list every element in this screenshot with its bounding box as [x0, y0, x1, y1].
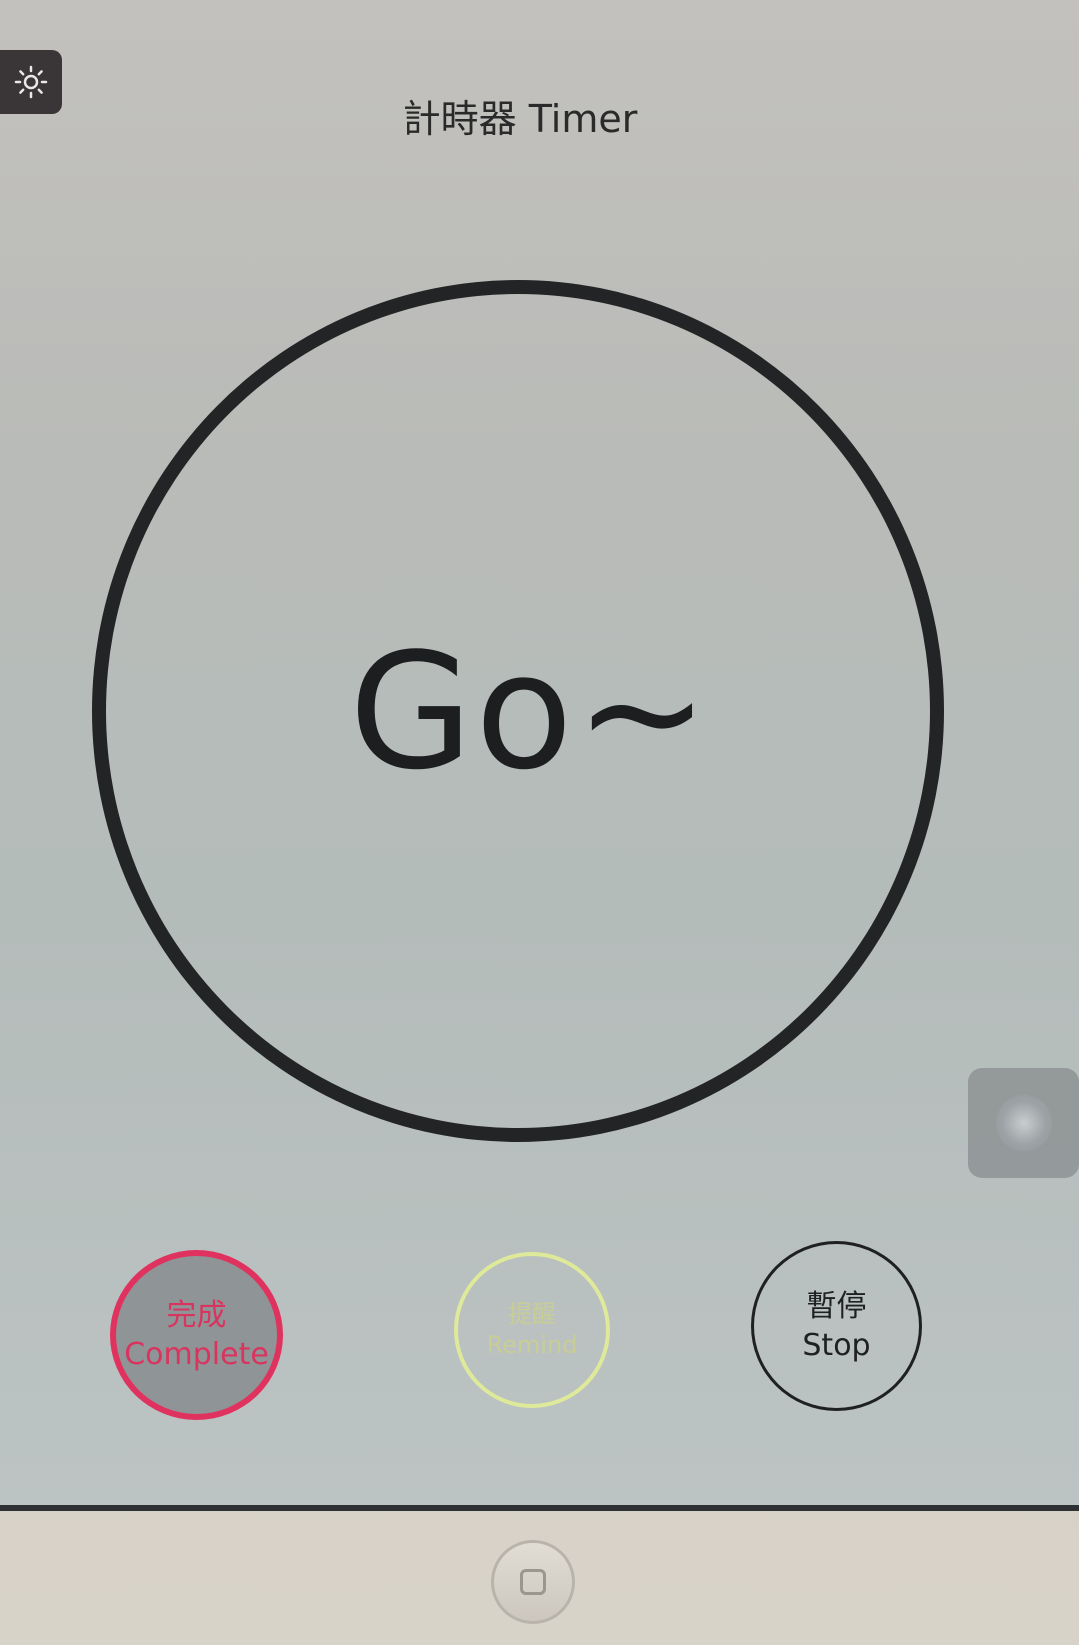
page-title: 計時器 Timer: [402, 97, 638, 141]
complete-label-zh: 完成: [166, 1298, 227, 1333]
home-button[interactable]: [491, 1540, 575, 1624]
assistive-touch-button[interactable]: [968, 1068, 1079, 1178]
timer-dial[interactable]: Go~: [92, 280, 944, 1142]
remind-button[interactable]: 提醒 Remind: [454, 1252, 610, 1408]
remind-label-en: Remind: [486, 1331, 578, 1359]
stop-label-zh: 暫停: [806, 1289, 867, 1324]
timer-screen: 計時器 Timer Go~ 完成 Complete 提醒 Remind 暫停 S…: [0, 0, 1079, 1511]
assistive-touch-icon: [995, 1095, 1052, 1151]
complete-label-en: Complete: [124, 1337, 269, 1372]
home-button-icon: [520, 1569, 546, 1595]
remind-label-zh: 提醒: [508, 1299, 556, 1328]
timer-display: Go~: [349, 617, 711, 805]
stop-label-en: Stop: [802, 1328, 871, 1363]
stop-button[interactable]: 暫停 Stop: [751, 1241, 922, 1411]
complete-button[interactable]: 完成 Complete: [110, 1250, 283, 1420]
tablet-device: 計時器 Timer Go~ 完成 Complete 提醒 Remind 暫停 S…: [0, 0, 1079, 1645]
